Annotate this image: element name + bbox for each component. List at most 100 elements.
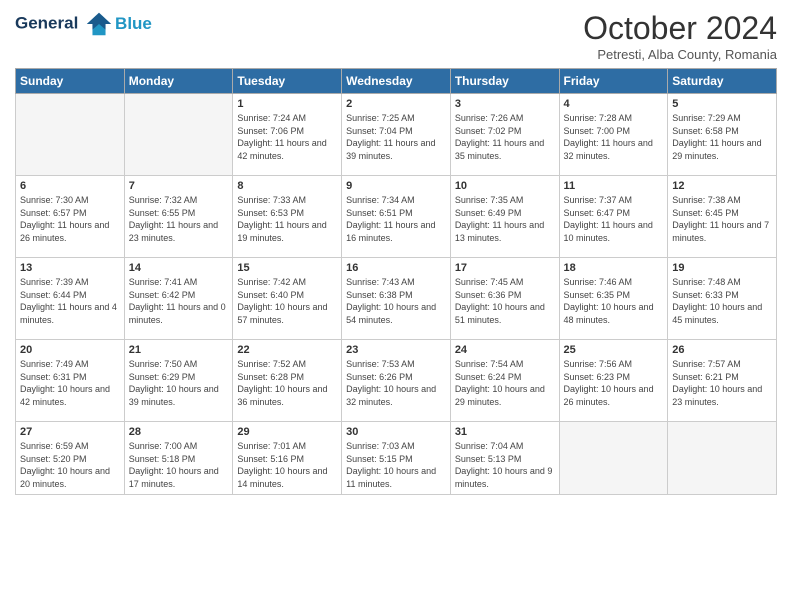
day-info: Sunrise: 7:00 AM Sunset: 5:18 PM Dayligh…	[129, 440, 229, 490]
day-info: Sunrise: 7:04 AM Sunset: 5:13 PM Dayligh…	[455, 440, 555, 490]
col-sunday: Sunday	[16, 69, 125, 94]
day-number: 29	[237, 426, 337, 438]
day-number: 3	[455, 98, 555, 110]
day-number: 14	[129, 262, 229, 274]
table-row	[124, 94, 233, 176]
table-row: 2Sunrise: 7:25 AM Sunset: 7:04 PM Daylig…	[342, 94, 451, 176]
table-row: 29 Sunrise: 7:01 AM Sunset: 5:16 PM Dayli…	[233, 422, 342, 495]
table-row: 19 Sunrise: 7:48 AM Sunset: 6:33 PM Dayli…	[668, 258, 777, 340]
table-row: 17 Sunrise: 7:45 AM Sunset: 6:36 PM Dayli…	[450, 258, 559, 340]
day-number: 10	[455, 180, 555, 192]
table-row: 9 Sunrise: 7:34 AM Sunset: 6:51 PM Daylig…	[342, 176, 451, 258]
day-number: 17	[455, 262, 555, 274]
day-number: 30	[346, 426, 446, 438]
logo-text: General Blue	[15, 10, 152, 38]
table-row: 12Sunrise: 7:38 AM Sunset: 6:45 PM Dayli…	[668, 176, 777, 258]
day-info: Sunrise: 7:34 AM Sunset: 6:51 PM Dayligh…	[346, 194, 446, 244]
table-row: 31 Sunrise: 7:04 AM Sunset: 5:13 PM Dayli…	[450, 422, 559, 495]
day-number: 6	[20, 180, 120, 192]
col-tuesday: Tuesday	[233, 69, 342, 94]
day-info: Sunrise: 7:52 AM Sunset: 6:28 PM Dayligh…	[237, 358, 337, 408]
day-number: 18	[564, 262, 664, 274]
day-info: Sunrise: 7:49 AM Sunset: 6:31 PM Dayligh…	[20, 358, 120, 408]
day-info: Sunrise: 7:45 AM Sunset: 6:36 PM Dayligh…	[455, 276, 555, 326]
table-row: 20 Sunrise: 7:49 AM Sunset: 6:31 PM Dayli…	[16, 340, 125, 422]
day-number: 1	[237, 98, 337, 110]
day-number: 25	[564, 344, 664, 356]
day-info: Sunrise: 7:56 AM Sunset: 6:23 PM Dayligh…	[564, 358, 664, 408]
table-row: 11Sunrise: 7:37 AM Sunset: 6:47 PM Dayli…	[559, 176, 668, 258]
day-info: Sunrise: 7:26 AM Sunset: 7:02 PM Dayligh…	[455, 112, 555, 162]
table-row: 25 Sunrise: 7:56 AM Sunset: 6:23 PM Dayli…	[559, 340, 668, 422]
col-friday: Friday	[559, 69, 668, 94]
day-number: 26	[672, 344, 772, 356]
col-wednesday: Wednesday	[342, 69, 451, 94]
table-row	[668, 422, 777, 495]
table-row: 7 Sunrise: 7:32 AM Sunset: 6:55 PM Daylig…	[124, 176, 233, 258]
logo-blue: Blue	[115, 14, 152, 34]
day-info: Sunrise: 7:43 AM Sunset: 6:38 PM Dayligh…	[346, 276, 446, 326]
header-row: Sunday Monday Tuesday Wednesday Thursday…	[16, 69, 777, 94]
table-row: 1 Sunrise: 7:24 AM Sunset: 7:06 PM Daylig…	[233, 94, 342, 176]
col-saturday: Saturday	[668, 69, 777, 94]
title-block: October 2024 Petresti, Alba County, Roma…	[583, 10, 777, 62]
logo-general: General	[15, 13, 78, 32]
day-info: Sunrise: 7:53 AM Sunset: 6:26 PM Dayligh…	[346, 358, 446, 408]
day-info: Sunrise: 7:30 AM Sunset: 6:57 PM Dayligh…	[20, 194, 120, 244]
day-info: Sunrise: 7:35 AM Sunset: 6:49 PM Dayligh…	[455, 194, 555, 244]
day-info: Sunrise: 7:33 AM Sunset: 6:53 PM Dayligh…	[237, 194, 337, 244]
day-info: Sunrise: 7:48 AM Sunset: 6:33 PM Dayligh…	[672, 276, 772, 326]
calendar-table: Sunday Monday Tuesday Wednesday Thursday…	[15, 68, 777, 495]
day-number: 20	[20, 344, 120, 356]
table-row: 28 Sunrise: 7:00 AM Sunset: 5:18 PM Dayli…	[124, 422, 233, 495]
day-number: 9	[346, 180, 446, 192]
day-number: 22	[237, 344, 337, 356]
day-number: 28	[129, 426, 229, 438]
table-row: 27Sunrise: 6:59 AM Sunset: 5:20 PM Dayli…	[16, 422, 125, 495]
location-subtitle: Petresti, Alba County, Romania	[583, 47, 777, 62]
day-number: 7	[129, 180, 229, 192]
col-thursday: Thursday	[450, 69, 559, 94]
table-row: 14Sunrise: 7:41 AM Sunset: 6:42 PM Dayli…	[124, 258, 233, 340]
table-row: 26Sunrise: 7:57 AM Sunset: 6:21 PM Dayli…	[668, 340, 777, 422]
day-info: Sunrise: 6:59 AM Sunset: 5:20 PM Dayligh…	[20, 440, 120, 490]
day-info: Sunrise: 7:42 AM Sunset: 6:40 PM Dayligh…	[237, 276, 337, 326]
day-number: 15	[237, 262, 337, 274]
day-number: 8	[237, 180, 337, 192]
table-row: 10 Sunrise: 7:35 AM Sunset: 6:49 PM Dayli…	[450, 176, 559, 258]
table-row: 23 Sunrise: 7:53 AM Sunset: 6:26 PM Dayli…	[342, 340, 451, 422]
day-info: Sunrise: 7:32 AM Sunset: 6:55 PM Dayligh…	[129, 194, 229, 244]
day-number: 13	[20, 262, 120, 274]
day-info: Sunrise: 7:29 AM Sunset: 6:58 PM Dayligh…	[672, 112, 772, 162]
day-number: 21	[129, 344, 229, 356]
day-number: 5	[672, 98, 772, 110]
day-info: Sunrise: 7:50 AM Sunset: 6:29 PM Dayligh…	[129, 358, 229, 408]
day-number: 19	[672, 262, 772, 274]
table-row: 21 Sunrise: 7:50 AM Sunset: 6:29 PM Dayli…	[124, 340, 233, 422]
table-row	[559, 422, 668, 495]
day-number: 23	[346, 344, 446, 356]
day-info: Sunrise: 7:38 AM Sunset: 6:45 PM Dayligh…	[672, 194, 772, 244]
day-number: 2	[346, 98, 446, 110]
table-row: 18 Sunrise: 7:46 AM Sunset: 6:35 PM Dayli…	[559, 258, 668, 340]
day-info: Sunrise: 7:54 AM Sunset: 6:24 PM Dayligh…	[455, 358, 555, 408]
table-row	[16, 94, 125, 176]
day-number: 16	[346, 262, 446, 274]
table-row: 24Sunrise: 7:54 AM Sunset: 6:24 PM Dayli…	[450, 340, 559, 422]
table-row: 4Sunrise: 7:28 AM Sunset: 7:00 PM Daylig…	[559, 94, 668, 176]
day-number: 31	[455, 426, 555, 438]
logo-icon	[85, 10, 113, 38]
col-monday: Monday	[124, 69, 233, 94]
page: General Blue October 2024 Petresti, Alba…	[0, 0, 792, 612]
table-row: 5 Sunrise: 7:29 AM Sunset: 6:58 PM Daylig…	[668, 94, 777, 176]
header: General Blue October 2024 Petresti, Alba…	[15, 10, 777, 62]
day-info: Sunrise: 7:01 AM Sunset: 5:16 PM Dayligh…	[237, 440, 337, 490]
day-info: Sunrise: 7:03 AM Sunset: 5:15 PM Dayligh…	[346, 440, 446, 490]
day-info: Sunrise: 7:37 AM Sunset: 6:47 PM Dayligh…	[564, 194, 664, 244]
day-info: Sunrise: 7:46 AM Sunset: 6:35 PM Dayligh…	[564, 276, 664, 326]
logo: General Blue	[15, 10, 152, 38]
table-row: 6 Sunrise: 7:30 AM Sunset: 6:57 PM Daylig…	[16, 176, 125, 258]
day-info: Sunrise: 7:24 AM Sunset: 7:06 PM Dayligh…	[237, 112, 337, 162]
table-row: 16 Sunrise: 7:43 AM Sunset: 6:38 PM Dayli…	[342, 258, 451, 340]
month-title: October 2024	[583, 10, 777, 47]
